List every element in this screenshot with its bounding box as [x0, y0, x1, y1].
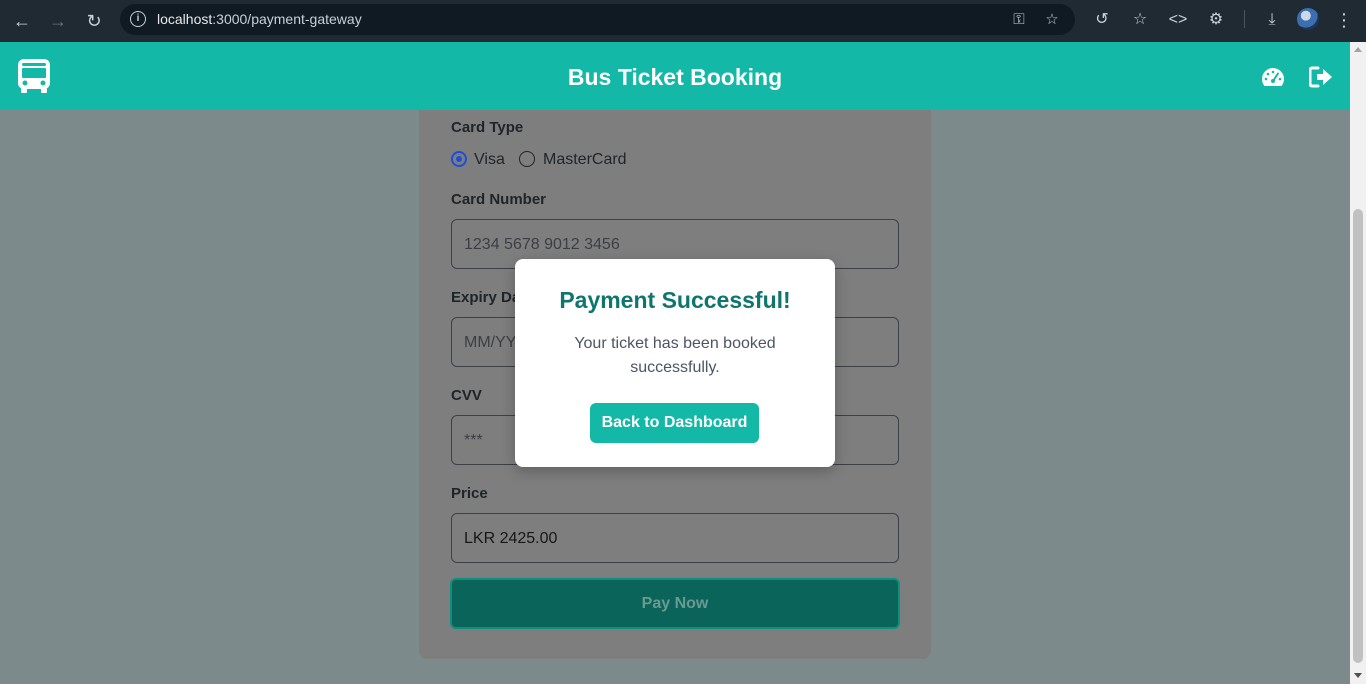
- menu-kebab-icon[interactable]: ⋮: [1332, 8, 1356, 32]
- key-icon[interactable]: ⚿: [1009, 10, 1029, 30]
- cvv-placeholder: ***: [464, 432, 483, 449]
- expiry-date-placeholder: MM/YY: [464, 334, 517, 351]
- visa-label: Visa: [474, 151, 505, 168]
- scroll-down-icon[interactable]: [1354, 673, 1362, 678]
- reload-icon[interactable]: ↻: [81, 8, 107, 34]
- mastercard-label: MasterCard: [543, 151, 627, 168]
- url-path: :3000/payment-gateway: [212, 11, 362, 27]
- site-info-icon[interactable]: i: [130, 11, 146, 27]
- card-number-placeholder: 1234 5678 9012 3456: [464, 236, 620, 253]
- logout-icon[interactable]: [1309, 66, 1333, 88]
- app-header: Bus Ticket Booking: [0, 42, 1350, 110]
- payment-success-modal: Payment Successful! Your ticket has been…: [515, 259, 835, 467]
- visa-radio[interactable]: [451, 151, 467, 167]
- address-bar[interactable]: i localhost:3000/payment-gateway ⚿ ☆: [120, 4, 1075, 35]
- back-to-dashboard-button[interactable]: Back to Dashboard: [590, 403, 759, 443]
- dashboard-icon[interactable]: [1261, 66, 1285, 88]
- browser-toolbar: ← → ↻ i localhost:3000/payment-gateway ⚿…: [0, 0, 1366, 42]
- mastercard-radio[interactable]: [519, 151, 535, 167]
- download-icon[interactable]: ⤓: [1260, 8, 1284, 32]
- modal-title: Payment Successful!: [559, 287, 791, 313]
- devtools-icon[interactable]: <>: [1166, 8, 1190, 32]
- forward-icon[interactable]: →: [45, 8, 71, 34]
- profile-avatar[interactable]: [1297, 8, 1319, 30]
- modal-message: Your ticket has been booked successfully…: [574, 335, 776, 376]
- back-icon[interactable]: ←: [9, 8, 35, 34]
- page-scrollbar[interactable]: [1350, 42, 1366, 684]
- card-type-label: Card Type: [451, 119, 524, 136]
- toolbar-divider: [1244, 10, 1245, 28]
- scroll-up-icon[interactable]: [1354, 47, 1362, 52]
- bookmark-star-icon[interactable]: ☆: [1042, 10, 1062, 30]
- price-label: Price: [451, 485, 488, 502]
- url-host: localhost: [157, 11, 213, 27]
- favorites-icon[interactable]: ☆: [1128, 8, 1152, 32]
- incognito-icon[interactable]: ⚙: [1204, 8, 1228, 32]
- history-icon[interactable]: ↺: [1090, 8, 1114, 32]
- scrollbar-thumb[interactable]: [1353, 209, 1363, 663]
- app-title: Bus Ticket Booking: [567, 64, 783, 90]
- price-value: LKR 2425.00: [464, 530, 558, 547]
- url-text[interactable]: localhost:3000/payment-gateway: [157, 11, 362, 27]
- card-number-label: Card Number: [451, 191, 547, 208]
- price-field: LKR 2425.00: [451, 513, 899, 563]
- cvv-label: CVV: [451, 387, 482, 404]
- pay-now-button[interactable]: Pay Now: [450, 578, 900, 629]
